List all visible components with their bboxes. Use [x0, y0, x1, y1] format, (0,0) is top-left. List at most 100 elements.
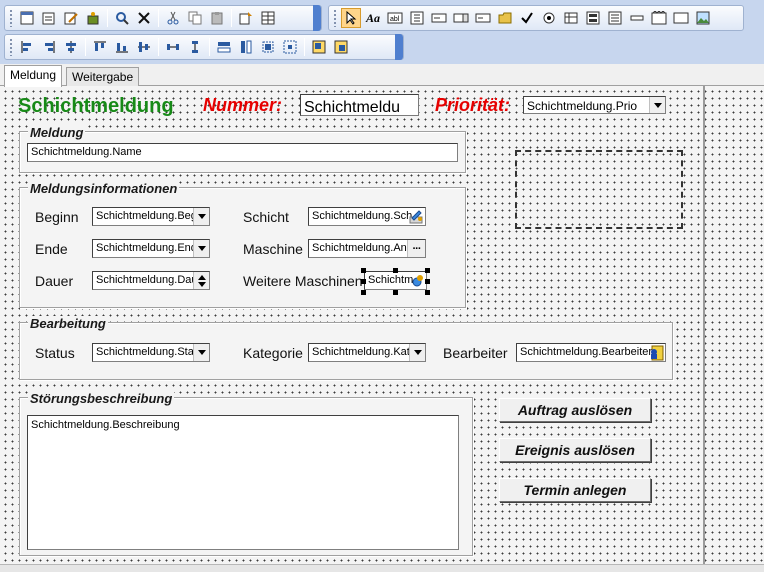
event-trigger-button[interactable]: Ereignis auslösen — [499, 438, 651, 462]
form-wizard-icon[interactable] — [39, 8, 59, 28]
placeholder-frame[interactable] — [515, 150, 683, 229]
end-value: Schichtmeldung.Ende — [96, 242, 204, 254]
grid-icon[interactable] — [258, 8, 278, 28]
horizontal-scrollbar[interactable] — [0, 564, 764, 572]
tab-weitergabe[interactable]: Weitergabe — [66, 67, 140, 86]
toolbar-grip[interactable] — [9, 9, 13, 27]
label-icon[interactable]: abl — [385, 8, 405, 28]
chevron-down-icon[interactable] — [649, 97, 665, 113]
same-height-icon[interactable] — [236, 37, 256, 57]
selection-handle[interactable] — [425, 290, 430, 295]
end-combobox[interactable]: Schichtmeldung.Ende — [92, 239, 210, 258]
chevron-down-icon[interactable] — [193, 240, 209, 257]
line-icon[interactable] — [627, 8, 647, 28]
selection-handle[interactable] — [425, 279, 430, 284]
number-label[interactable]: Nummer: — [203, 95, 282, 116]
toolbar-grip[interactable] — [333, 9, 337, 27]
pointer-icon[interactable] — [341, 8, 361, 28]
chevron-down-icon[interactable] — [193, 344, 209, 361]
settings-gear-icon[interactable] — [408, 272, 426, 289]
folder-icon[interactable] — [495, 8, 515, 28]
subform-icon[interactable] — [583, 8, 603, 28]
space-horizontal-icon[interactable] — [163, 37, 183, 57]
toolbar-grip[interactable] — [9, 38, 13, 56]
field-icon[interactable] — [407, 8, 427, 28]
frame-icon[interactable] — [649, 8, 669, 28]
description-textarea[interactable]: Schichtmeldung.Beschreibung — [27, 415, 459, 550]
selection-handle[interactable] — [393, 268, 398, 273]
toolbar-end-handle[interactable] — [395, 34, 403, 60]
design-canvas[interactable]: Schichtmeldung Nummer: Schichtmeldu Prio… — [0, 86, 764, 572]
date-icon[interactable] — [473, 8, 493, 28]
priority-combobox[interactable]: Schichtmeldung.Prio — [523, 96, 666, 114]
editor-field[interactable]: Schichtmeldung.Bearbeiter — [516, 343, 666, 362]
chevron-down-icon[interactable] — [409, 344, 425, 361]
listbox-icon[interactable] — [429, 8, 449, 28]
align-center-icon[interactable] — [61, 37, 81, 57]
group-meldungsinformationen[interactable]: Meldungsinformationen Beginn Schichtmeld… — [19, 181, 466, 308]
priority-label[interactable]: Priorität: — [435, 95, 510, 116]
name-field[interactable]: Schichtmeldung.Name — [27, 143, 458, 162]
same-width-icon[interactable] — [214, 37, 234, 57]
chevron-down-icon[interactable] — [193, 208, 209, 225]
duration-spinner[interactable]: Schichtmeldung.Dau — [92, 271, 210, 290]
align-top-icon[interactable] — [90, 37, 110, 57]
selection-handle[interactable] — [361, 268, 366, 273]
center-icon[interactable] — [280, 37, 300, 57]
status-combobox[interactable]: Schichtmeldung.Stat — [92, 343, 210, 362]
number-field[interactable]: Schichtmeldu — [300, 94, 419, 116]
spinner-arrows-icon[interactable] — [193, 272, 209, 289]
align-bottom-icon[interactable] — [112, 37, 132, 57]
rectangle-icon[interactable] — [671, 8, 691, 28]
duration-value: Schichtmeldung.Dau — [96, 274, 198, 286]
group-stoerungsbeschreibung[interactable]: Störungsbeschreibung Schichtmeldung.Besc… — [19, 391, 473, 556]
category-combobox[interactable]: Schichtmeldung.Kate — [308, 343, 426, 362]
selection-handle[interactable] — [361, 290, 366, 295]
status-value: Schichtmeldung.Stat — [96, 346, 197, 358]
radio-icon[interactable] — [539, 8, 559, 28]
paste-icon[interactable] — [207, 8, 227, 28]
picture-icon[interactable] — [693, 8, 713, 28]
find-icon[interactable] — [112, 8, 132, 28]
align-right-icon[interactable] — [39, 37, 59, 57]
status-label: Status — [35, 345, 75, 361]
shift-field[interactable]: Schichtmeldung.Sch — [308, 207, 426, 226]
space-vertical-icon[interactable] — [185, 37, 205, 57]
toolbar-separator — [85, 38, 86, 56]
tab-meldung[interactable]: Meldung — [4, 65, 63, 87]
create-appointment-button[interactable]: Termin anlegen — [499, 478, 651, 502]
begin-combobox[interactable]: Schichtmeldung.Beg — [92, 207, 210, 226]
selection-handle[interactable] — [425, 268, 430, 273]
machine-field[interactable]: Schichtmeldung.Anl ··· — [308, 239, 426, 258]
toolbar-separator — [209, 38, 210, 56]
order-trigger-button[interactable]: Auftrag auslösen — [499, 398, 651, 422]
new-form-icon[interactable] — [17, 8, 37, 28]
table-icon[interactable] — [561, 8, 581, 28]
cut-icon[interactable] — [163, 8, 183, 28]
checkbox-icon[interactable] — [517, 8, 537, 28]
user-picker-icon[interactable] — [647, 344, 665, 361]
form-title[interactable]: Schichtmeldung — [18, 95, 174, 118]
same-size-icon[interactable] — [258, 37, 278, 57]
group-bearbeitung[interactable]: Bearbeitung Status Schichtmeldung.Stat K… — [19, 316, 673, 380]
selection-handle[interactable] — [393, 290, 398, 295]
text-icon[interactable]: Aa — [363, 8, 383, 28]
group-meldung[interactable]: Meldung Schichtmeldung.Name — [19, 125, 466, 173]
properties-icon[interactable] — [83, 8, 103, 28]
combobox-icon[interactable] — [451, 8, 471, 28]
align-middle-icon[interactable] — [134, 37, 154, 57]
selection-handle[interactable] — [361, 279, 366, 284]
send-back-icon[interactable] — [331, 37, 351, 57]
import-icon[interactable] — [236, 8, 256, 28]
toolbar-separator — [107, 9, 108, 27]
align-left-icon[interactable] — [17, 37, 37, 57]
edit-icon[interactable] — [61, 8, 81, 28]
ellipsis-icon[interactable]: ··· — [407, 240, 425, 257]
lookup-icon[interactable] — [407, 208, 425, 225]
memo-icon[interactable] — [605, 8, 625, 28]
more-machines-field[interactable]: Schichtm — [364, 271, 427, 290]
copy-icon[interactable] — [185, 8, 205, 28]
delete-icon[interactable] — [134, 8, 154, 28]
toolbar-end-handle[interactable] — [313, 5, 321, 31]
bring-front-icon[interactable] — [309, 37, 329, 57]
